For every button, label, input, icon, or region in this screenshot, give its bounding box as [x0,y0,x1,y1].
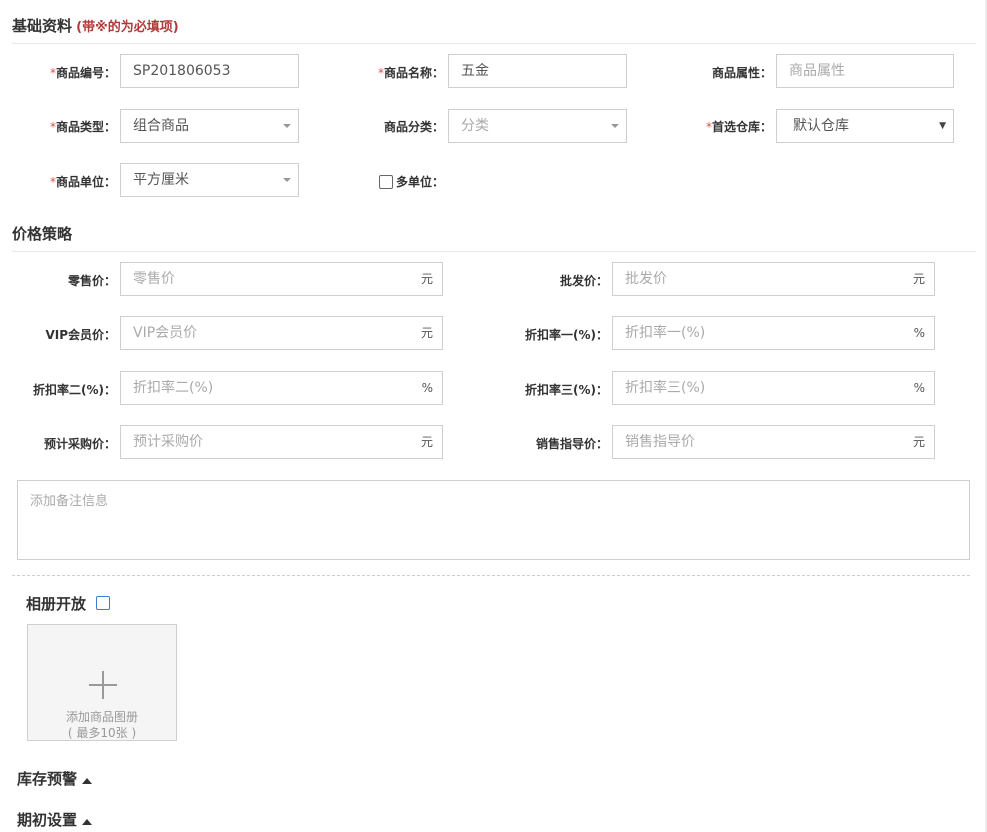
stock-alert-title: 库存预警 [17,770,78,788]
product-category-select[interactable]: 分类 [448,109,627,143]
product-attr-input[interactable]: 商品属性 [776,54,954,88]
purchase-price-text[interactable] [133,427,381,457]
basic-section-header: 基础资料 (带※的为必填项) [12,15,179,36]
caret-down-icon [611,124,619,128]
guide-price-input[interactable]: 元 [612,425,935,459]
unit-label: *商品单位： [49,175,116,189]
discount1-text[interactable] [625,318,873,348]
vip-price-label: VIP会员价： [45,328,116,342]
currency-suffix: 元 [420,272,433,286]
album-open-checkbox[interactable] [96,596,110,610]
percent-suffix: % [913,326,925,340]
retail-price-label: 零售价： [67,274,116,288]
dashed-divider [12,575,970,576]
warehouse-label: *首选仓库： [705,120,772,134]
caret-down-icon [283,124,291,128]
pricing-section-title: 价格策略 [12,225,73,243]
initial-settings-toggle[interactable]: 期初设置 [17,809,93,830]
basic-divider [12,43,976,44]
percent-suffix: % [913,381,925,395]
product-code-label: *商品编号： [49,66,116,80]
upload-limit: ( 最多10张 ) [67,726,137,740]
discount1-input[interactable]: % [612,316,935,350]
triangle-up-icon [82,777,93,784]
product-category-label: 商品分类： [383,120,444,134]
initial-settings-title: 期初设置 [17,811,78,829]
vip-price-input[interactable]: 元 [120,316,443,350]
upload-label: 添加商品图册 [65,710,138,724]
percent-suffix: % [421,381,433,395]
purchase-price-input[interactable]: 元 [120,425,443,459]
unit-select[interactable]: 平方厘米 [120,163,299,197]
vip-price-text[interactable] [133,318,381,348]
discount1-label: 折扣率一(%)： [525,328,608,342]
triangle-up-icon [82,818,93,825]
basic-section-title: 基础资料 [12,17,73,35]
discount2-input[interactable]: % [120,371,443,405]
discount3-label: 折扣率三(%)： [525,383,608,397]
currency-suffix: 元 [420,326,433,340]
dropdown-arrow-icon: ▼ [939,121,946,131]
add-album-button[interactable]: 添加商品图册 ( 最多10张 ) [27,624,177,741]
warehouse-select[interactable]: 默认仓库 ▼ [776,109,954,143]
album-title: 相册开放 [26,595,87,613]
product-attr-label: 商品属性： [711,66,772,80]
caret-down-icon [283,178,291,182]
currency-suffix: 元 [912,272,925,286]
multi-unit-label: 多单位： [396,175,445,189]
purchase-price-label: 预计采购价： [43,437,116,451]
retail-price-input[interactable]: 元 [120,262,443,296]
remark-textarea[interactable]: 添加备注信息 [17,480,970,560]
wholesale-price-label: 批发价： [559,274,608,288]
retail-price-text[interactable] [133,264,381,294]
product-name-input[interactable]: 五金 [448,54,627,88]
plus-icon-vertical [102,671,104,699]
multi-unit-checkbox[interactable] [379,175,393,189]
currency-suffix: 元 [420,435,433,449]
discount2-label: 折扣率二(%)： [33,383,116,397]
product-type-select[interactable]: 组合商品 [120,109,299,143]
currency-suffix: 元 [912,435,925,449]
wholesale-price-input[interactable]: 元 [612,262,935,296]
discount3-text[interactable] [625,373,873,403]
wholesale-price-text[interactable] [625,264,873,294]
pricing-divider [12,251,976,252]
guide-price-text[interactable] [625,427,873,457]
product-type-label: *商品类型： [49,120,116,134]
stock-alert-toggle[interactable]: 库存预警 [17,768,93,789]
discount3-input[interactable]: % [612,371,935,405]
required-note: (带※的为必填项) [76,20,179,35]
product-name-label: *商品名称： [377,66,444,80]
album-header: 相册开放 [26,593,86,614]
discount2-text[interactable] [133,373,381,403]
guide-price-label: 销售指导价： [535,437,608,451]
product-code-input[interactable]: SP201806053 [120,54,299,88]
